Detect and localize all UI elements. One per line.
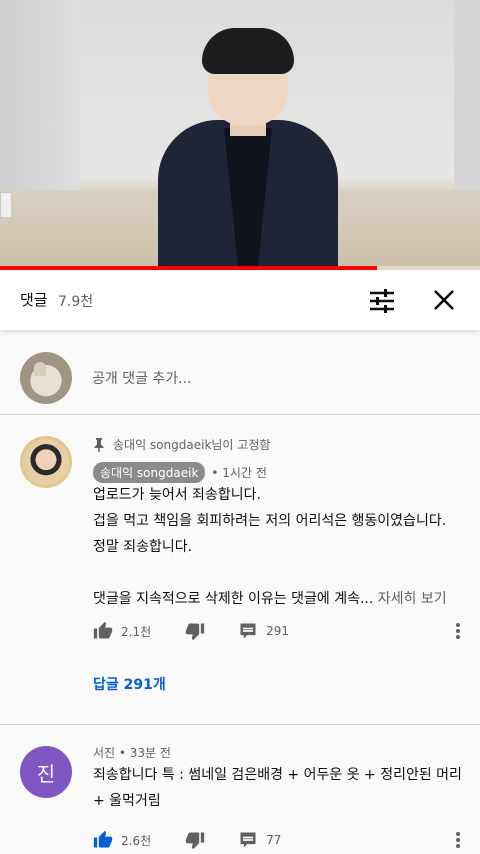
comment-actions: 2.6천 77: [93, 828, 473, 852]
comment-text: 업로드가 늦어서 죄송합니다. 겁을 먹고 책임을 회피하려는 저의 어리석은 행…: [93, 482, 447, 612]
like-button[interactable]: 2.1천: [93, 621, 151, 641]
comments-title: 댓글: [20, 291, 48, 309]
like-count: 2.6천: [121, 833, 152, 848]
comment-line: 정말 죄송합니다.: [93, 539, 193, 555]
comment-text: 죄송합니다 특 : 썸네일 검은배경 + 어두운 옷 + 정리안된 머리 + 울먹…: [93, 762, 462, 814]
thumbs-down-icon: [185, 623, 205, 641]
comment-line: 겁을 먹고 책임을 회피하려는 저의 어리석은 행동이였습니다.: [93, 513, 447, 529]
thumbs-up-icon: [93, 830, 113, 848]
comment-icon: [240, 832, 256, 848]
comments-header: 댓글 7.9천: [0, 270, 480, 330]
more-vert-icon: [456, 832, 460, 848]
dislike-button[interactable]: [185, 830, 205, 850]
add-comment-row[interactable]: 공개 댓글 추가...: [0, 350, 480, 406]
comment-line: + 울먹거림: [93, 793, 161, 809]
like-count: 2.1천: [121, 624, 152, 639]
comment-line: 업로드가 늦어서 죄송합니다.: [93, 487, 261, 503]
video-outlet: [0, 192, 12, 218]
close-icon[interactable]: [428, 284, 460, 316]
user-avatar: [20, 352, 72, 404]
comment: 진 서진 • 33분 전 죄송합니다 특 : 썸네일 검은배경 + 어두운 옷 …: [0, 742, 480, 854]
like-button[interactable]: 2.6천: [93, 830, 151, 850]
comment-time: • 1시간 전: [211, 466, 267, 480]
reply-button[interactable]: 291: [238, 621, 289, 641]
video-player[interactable]: [0, 0, 480, 270]
pinned-label-row: 송대익 songdaeik님이 고정함: [93, 436, 270, 453]
comment-line: 죄송합니다 특 : 썸네일 검은배경 + 어두운 옷 + 정리안된 머리: [93, 767, 462, 783]
author-badge[interactable]: 송대익 songdaeik: [93, 462, 206, 483]
channel-avatar[interactable]: [20, 436, 72, 488]
comment-author-row: 송대익 songdaeik • 1시간 전: [93, 462, 267, 483]
divider: [0, 724, 480, 725]
read-more-link[interactable]: 자세히 보기: [378, 591, 447, 607]
divider: [0, 414, 480, 415]
comment-meta: 서진 • 33분 전: [93, 746, 171, 760]
comments-count: 7.9천: [58, 294, 94, 310]
pin-icon: [94, 437, 104, 452]
reply-count: 291: [266, 624, 290, 638]
comment-line: 댓글을 지속적으로 삭제한 이유는 댓글에 계속...: [93, 591, 374, 607]
more-vert-icon: [456, 623, 460, 639]
thumbs-up-icon: [93, 621, 113, 639]
comment-actions: 2.1천 291: [93, 619, 473, 643]
reply-count: 77: [266, 833, 282, 847]
tune-icon[interactable]: [367, 286, 397, 316]
view-replies-link[interactable]: 답글 291개: [93, 674, 166, 694]
more-options-button[interactable]: [455, 831, 461, 849]
video-person: [158, 28, 338, 270]
commenter-avatar[interactable]: 진: [20, 746, 72, 798]
comment-line: [93, 560, 447, 586]
more-options-button[interactable]: [455, 622, 461, 640]
dislike-button[interactable]: [185, 621, 205, 641]
comment-icon: [240, 623, 256, 639]
pinned-comment: 송대익 songdaeik님이 고정함 송대익 songdaeik • 1시간 …: [0, 434, 480, 724]
thumbs-down-icon: [185, 832, 205, 850]
reply-button[interactable]: 77: [238, 830, 281, 850]
pinned-label: 송대익 songdaeik님이 고정함: [113, 438, 271, 452]
add-comment-input[interactable]: 공개 댓글 추가...: [92, 368, 192, 388]
